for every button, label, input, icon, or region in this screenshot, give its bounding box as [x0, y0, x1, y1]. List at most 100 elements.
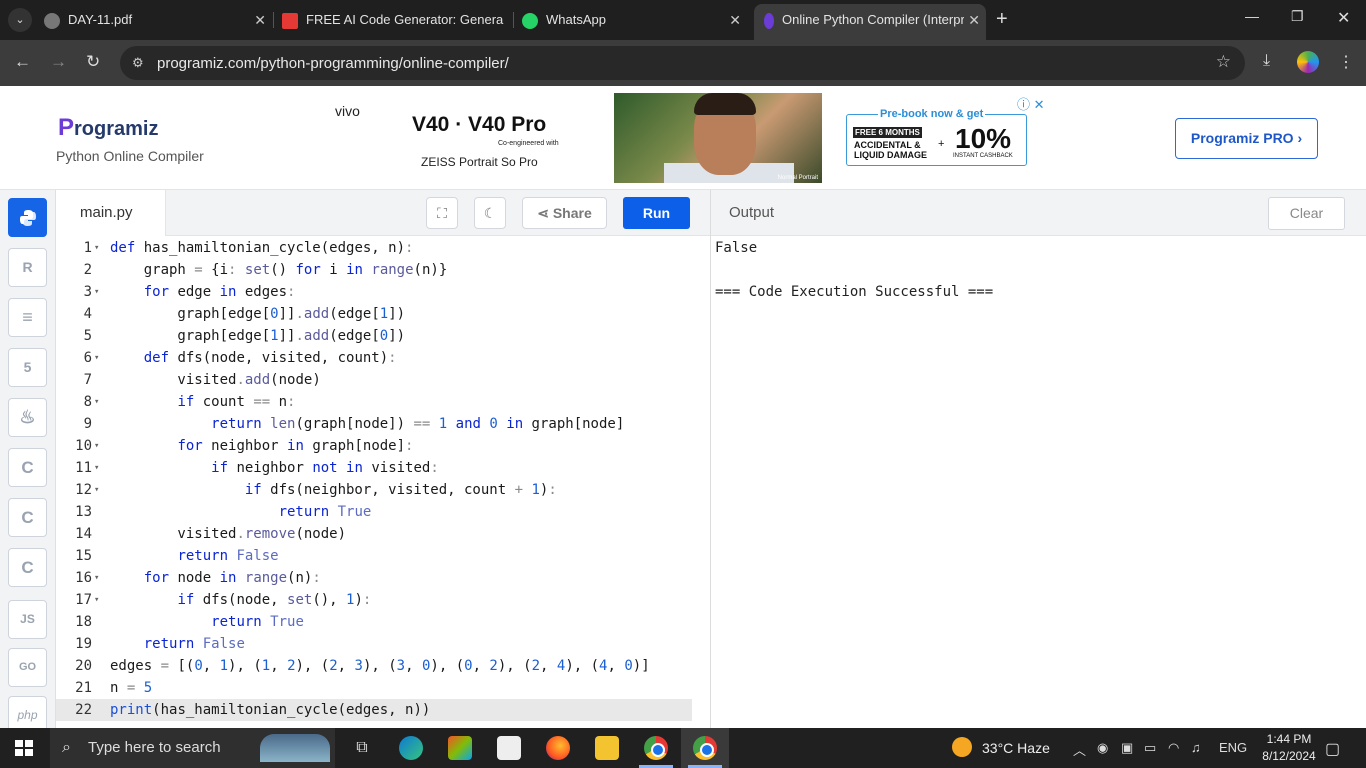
- chrome-icon[interactable]: [644, 736, 668, 760]
- close-icon[interactable]: ✕: [729, 6, 741, 34]
- weather-text[interactable]: 33°C Haze: [982, 740, 1050, 756]
- record-icon[interactable]: ◉: [1097, 740, 1108, 756]
- url-field[interactable]: ⚙ programiz.com/python-programming/onlin…: [120, 46, 1245, 80]
- reload-icon[interactable]: ↻: [86, 52, 100, 72]
- sidebar-item-java[interactable]: ♨: [8, 398, 47, 437]
- edge-icon[interactable]: [399, 736, 423, 760]
- taskbar-search[interactable]: ⌕ Type here to search: [50, 728, 335, 768]
- battery-icon[interactable]: ▭: [1144, 740, 1156, 756]
- bookmark-star-icon[interactable]: ☆: [1216, 52, 1231, 72]
- weather-icon[interactable]: [952, 737, 972, 757]
- chrome-active-icon[interactable]: [693, 736, 717, 760]
- r-icon: R: [22, 259, 33, 275]
- programiz-logo[interactable]: Programiz: [58, 114, 158, 142]
- close-window-icon[interactable]: ✕: [1337, 8, 1350, 28]
- share-button[interactable]: ⋖ Share: [522, 197, 607, 229]
- line-number: 3: [83, 284, 92, 300]
- mail-icon[interactable]: [497, 736, 521, 760]
- restore-icon[interactable]: ❐: [1291, 8, 1304, 25]
- sidebar-item-html[interactable]: 5: [8, 348, 47, 387]
- output-toolbar: Output Clear: [711, 190, 1366, 236]
- ad-cashback-label: INSTANT CASHBACK: [953, 153, 1013, 159]
- language-indicator[interactable]: ENG: [1219, 740, 1247, 755]
- menu-dots-icon[interactable]: ⋮: [1338, 52, 1354, 72]
- sidebar-item-r[interactable]: R: [8, 248, 47, 287]
- close-icon[interactable]: ✕: [964, 4, 980, 36]
- programiz-pro-button[interactable]: Programiz PRO ›: [1175, 118, 1318, 159]
- ad-photo[interactable]: Normal Portrait: [614, 93, 822, 183]
- fold-arrow-icon[interactable]: ▾: [94, 391, 99, 413]
- minimize-icon[interactable]: —: [1245, 8, 1259, 24]
- sidebar-item-js[interactable]: JS: [8, 600, 47, 639]
- fold-arrow-icon[interactable]: ▾: [94, 347, 99, 369]
- fullscreen-icon[interactable]: ⛶: [426, 197, 458, 229]
- clear-button[interactable]: Clear: [1268, 197, 1345, 230]
- line-number: 8: [83, 394, 92, 410]
- code-line: 4 graph[edge[0]].add(edge[1]): [56, 303, 710, 325]
- ad-brand[interactable]: vivo: [335, 103, 360, 119]
- ad-product[interactable]: V40 · V40 Pro: [412, 113, 546, 137]
- profile-avatar[interactable]: [1297, 51, 1319, 73]
- file-explorer-icon[interactable]: [595, 736, 619, 760]
- code-text: graph[edge[0]].add(edge[1]): [110, 306, 406, 322]
- fold-arrow-icon[interactable]: ▾: [94, 479, 99, 501]
- volume-icon[interactable]: ♫: [1191, 740, 1201, 755]
- site-info-icon[interactable]: ⚙: [132, 55, 144, 71]
- tab-ai-code-generator[interactable]: FREE AI Code Generator: Genera: [282, 6, 512, 34]
- camera-icon[interactable]: ▣: [1121, 740, 1133, 756]
- notification-icon[interactable]: ▢: [1325, 739, 1340, 759]
- back-icon[interactable]: ←: [14, 52, 31, 72]
- code-line: 12 ▾ if dfs(neighbor, visited, count + 1)…: [56, 479, 710, 501]
- code-text: if count == n:: [177, 394, 296, 410]
- file-tab-main[interactable]: main.py: [56, 190, 166, 236]
- code-line: 9 return len(graph[node]) == 1 and 0 in …: [56, 413, 710, 435]
- download-icon[interactable]: ⤓: [1263, 52, 1270, 70]
- line-number: 2: [83, 262, 92, 278]
- output-console[interactable]: False === Code Execution Successful ===: [711, 236, 1366, 728]
- page-subtitle: Python Online Compiler: [56, 148, 204, 164]
- forward-icon[interactable]: →: [50, 52, 67, 72]
- sidebar-item-c[interactable]: C: [8, 448, 47, 487]
- chevron-up-icon[interactable]: ︿: [1073, 740, 1086, 759]
- code-line: 11 ▾ if neighbor not in visited:: [56, 457, 710, 479]
- code-text: return False: [177, 548, 279, 564]
- code-line: 8 ▾ if count == n:: [56, 391, 710, 413]
- line-number: 10: [75, 438, 92, 454]
- dark-mode-icon[interactable]: ☾: [474, 197, 506, 229]
- fold-arrow-icon[interactable]: ▾: [94, 281, 99, 303]
- line-number: 9: [83, 416, 92, 432]
- new-tab-button[interactable]: +: [996, 8, 1008, 31]
- task-view-icon[interactable]: ⧉: [350, 736, 374, 760]
- store-icon[interactable]: [448, 736, 472, 760]
- run-button[interactable]: Run: [623, 197, 690, 229]
- firefox-icon[interactable]: [546, 736, 570, 760]
- ad-close-icon[interactable]: ⓘ ✕: [1017, 94, 1045, 113]
- wifi-icon[interactable]: ◠: [1168, 740, 1179, 756]
- windows-start-icon[interactable]: [15, 740, 33, 756]
- fold-arrow-icon[interactable]: ▾: [94, 435, 99, 457]
- code-line: 15 return False: [56, 545, 710, 567]
- tab-search-icon[interactable]: ⌄: [8, 8, 32, 32]
- tab-whatsapp[interactable]: WhatsApp ✕: [522, 6, 747, 34]
- line-number: 11: [75, 460, 92, 476]
- sidebar-item-sql[interactable]: ≡: [8, 298, 47, 337]
- fold-arrow-icon[interactable]: ▾: [94, 589, 99, 611]
- sidebar-item-python[interactable]: [8, 198, 47, 237]
- sidebar-item-go[interactable]: GO: [8, 648, 47, 687]
- sidebar-item-csharp[interactable]: C: [8, 548, 47, 587]
- code-line: 1 ▾ def has_hamiltonian_cycle(edges, n):: [56, 237, 710, 259]
- sidebar-item-php[interactable]: php: [8, 696, 47, 728]
- url-text[interactable]: programiz.com/python-programming/online-…: [157, 55, 509, 72]
- code-editor[interactable]: 1 ▾ def has_hamiltonian_cycle(edges, n): 2…: [56, 236, 710, 728]
- fold-arrow-icon[interactable]: ▾: [94, 457, 99, 479]
- sidebar-item-cpp[interactable]: C: [8, 498, 47, 537]
- clock[interactable]: 1:44 PM 8/12/2024: [1252, 731, 1326, 765]
- whatsapp-icon: [522, 12, 538, 29]
- fold-arrow-icon[interactable]: ▾: [94, 567, 99, 589]
- tab-programiz[interactable]: Online Python Compiler (Interpr ✕: [754, 4, 986, 40]
- fold-arrow-icon[interactable]: ▾: [94, 237, 99, 259]
- tab-day11-pdf[interactable]: DAY-11.pdf ✕: [44, 6, 272, 34]
- line-number: 5: [83, 328, 92, 344]
- close-icon[interactable]: ✕: [254, 6, 266, 34]
- ad-liquid: LIQUID DAMAGE: [854, 150, 927, 160]
